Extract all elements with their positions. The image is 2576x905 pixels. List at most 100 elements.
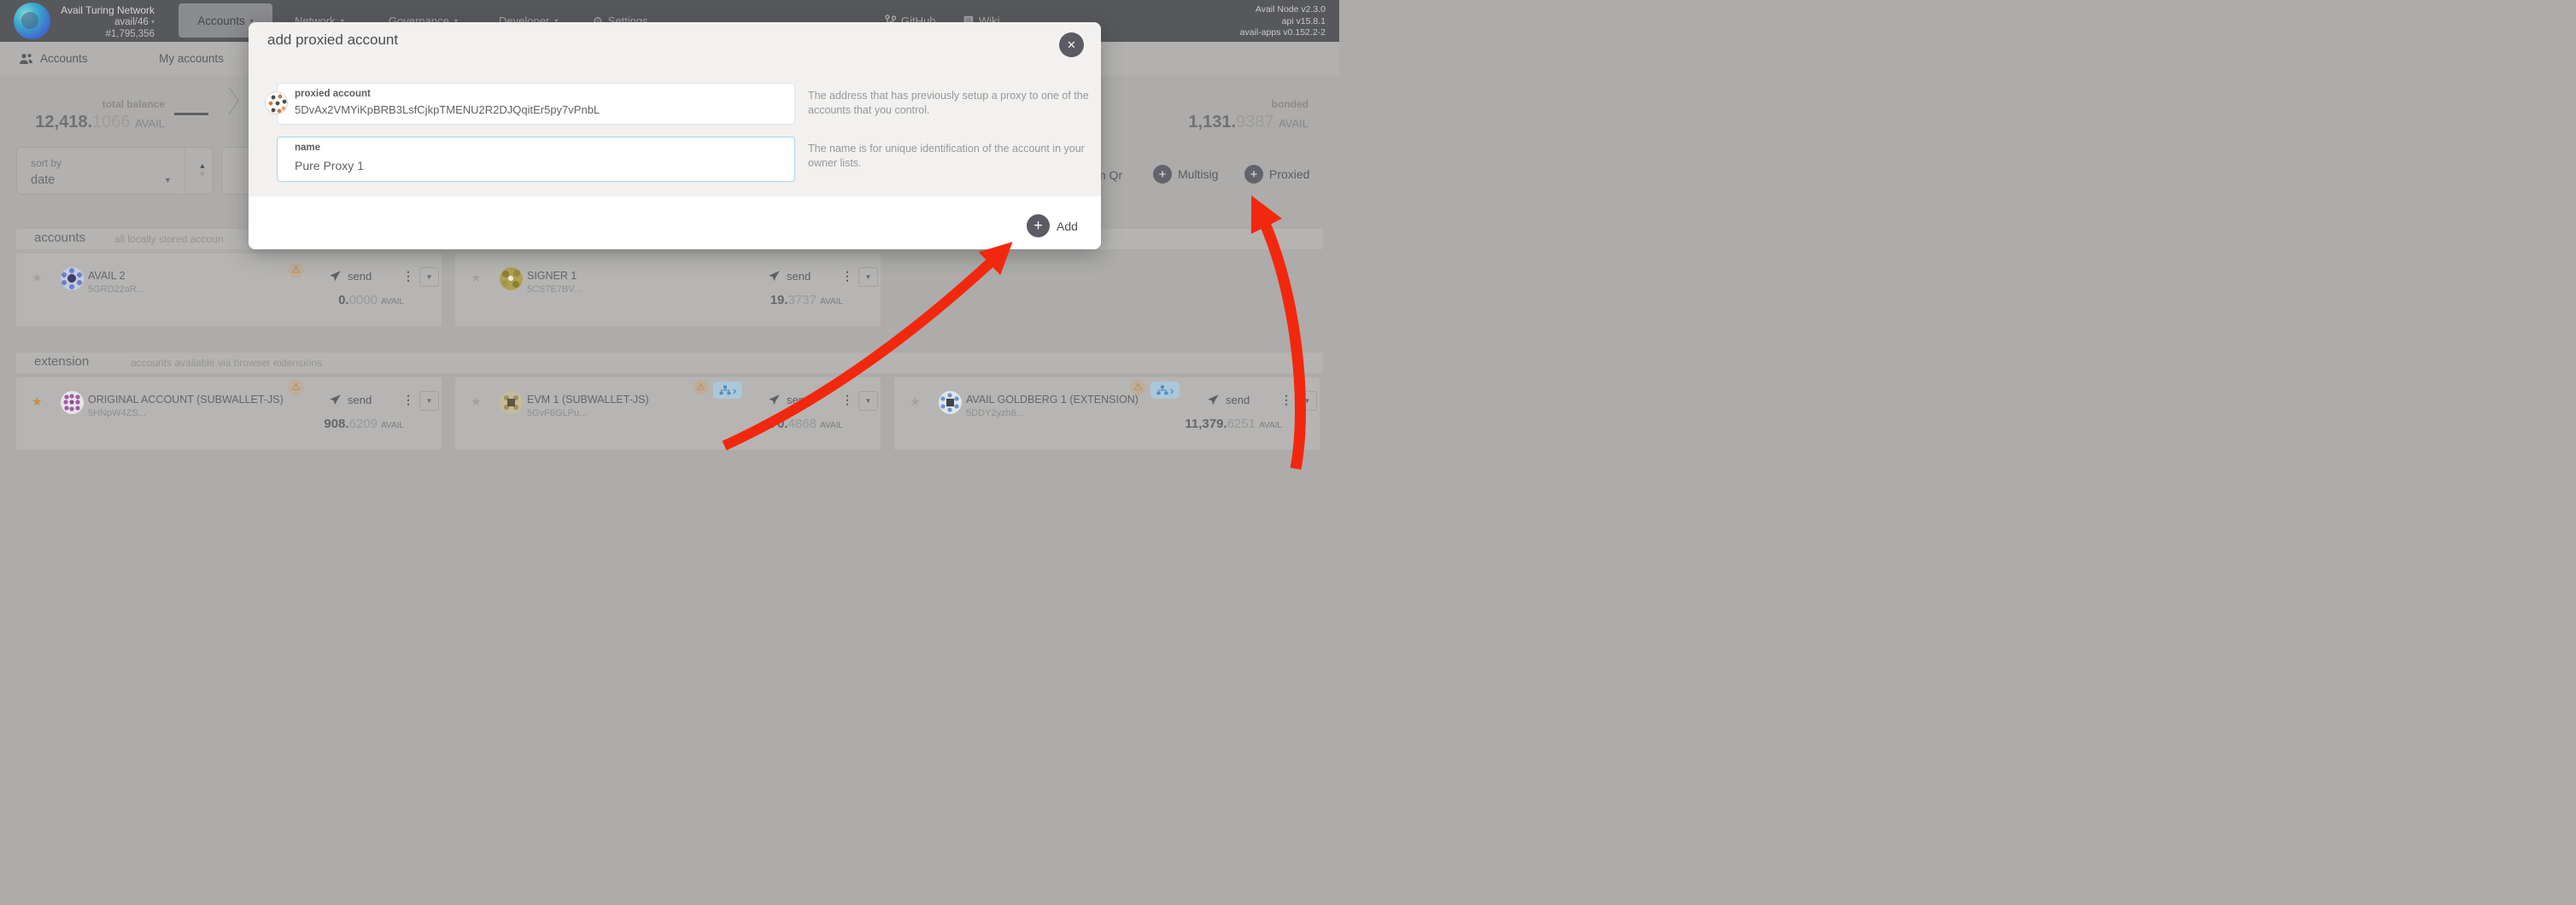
total-balance-value: 12,418.1066 AVAIL — [17, 113, 165, 132]
account-address[interactable]: 5CS7E7BV... — [527, 284, 582, 295]
bonded-summary: bonded 1,131.9387 AVAIL — [1121, 98, 1308, 132]
paper-plane-icon — [329, 270, 342, 283]
chevron-right-icon: › — [1170, 385, 1174, 396]
kebab-menu-icon[interactable]: ⋮ — [402, 393, 414, 407]
warning-triangle-icon[interactable]: ⚠ — [288, 379, 304, 395]
chevron-down-icon[interactable]: ▼ — [858, 267, 878, 287]
account-balance: 11,379.6251 AVAIL — [1185, 417, 1282, 431]
plus-icon: + — [1027, 214, 1050, 237]
chevron-down-icon[interactable]: ▼ — [1297, 391, 1317, 411]
send-label: send — [787, 394, 811, 406]
tab-my-accounts-label: My accounts — [159, 52, 224, 65]
accounts-section-title: accounts — [34, 231, 85, 245]
chevron-right-icon: › — [733, 385, 736, 396]
add-button[interactable]: + Add — [1027, 214, 1078, 237]
star-icon[interactable]: ★ — [32, 394, 43, 409]
sort-arrows-icon: ▼ — [192, 170, 213, 178]
add-proxied-account-modal: add proxied account ✕ proxied account 5D… — [249, 22, 1101, 249]
sort-by-dropdown[interactable]: sort by date ▼ ▲ ▼ — [16, 147, 214, 195]
plus-icon: + — [1153, 165, 1172, 184]
account-name: EVM 1 (SUBWALLET-JS) — [527, 394, 649, 406]
star-icon[interactable]: ★ — [910, 394, 921, 409]
add-button-label: Add — [1057, 219, 1078, 233]
send-button[interactable]: send — [768, 394, 811, 406]
extension-section-title: extension — [34, 354, 89, 369]
add-proxied-button[interactable]: + Proxied — [1244, 165, 1309, 184]
chevron-down-icon[interactable]: ▼ — [858, 391, 878, 411]
extension-section-header: extension accounts available via browser… — [16, 353, 1323, 373]
people-icon — [19, 53, 33, 65]
account-identicon[interactable] — [500, 391, 523, 414]
warning-triangle-icon[interactable]: ⚠ — [1130, 379, 1146, 395]
account-identicon[interactable] — [61, 267, 84, 290]
extension-section-subtitle: accounts available via browser extension… — [131, 357, 322, 369]
kebab-menu-icon[interactable]: ⋮ — [402, 269, 414, 283]
api-version: api v15.8.1 — [1240, 16, 1326, 28]
total-balance-label: total balance — [17, 98, 165, 110]
proxy-link-icon[interactable]: › — [713, 382, 742, 399]
tab-my-accounts[interactable]: My accounts — [159, 42, 224, 75]
account-identicon[interactable] — [939, 391, 962, 414]
account-balance: 19.3737 AVAIL — [770, 293, 843, 307]
multisig-label: Multisig — [1178, 167, 1218, 181]
send-button[interactable]: send — [329, 394, 372, 406]
account-address[interactable]: 5HNpW4ZS... — [88, 408, 146, 418]
chevron-down-icon[interactable]: ▼ — [419, 267, 439, 287]
proxied-account-field-label: proxied account — [295, 89, 371, 99]
sort-by-label: sort by — [31, 157, 61, 169]
name-field[interactable]: name Pure Proxy 1 — [277, 137, 795, 182]
avail-logo-icon[interactable] — [14, 3, 50, 39]
proxy-link-icon[interactable]: › — [1150, 382, 1180, 399]
send-label: send — [348, 270, 372, 283]
sitemap-icon — [719, 385, 731, 395]
bonded-label: bonded — [1121, 98, 1308, 110]
send-button[interactable]: send — [329, 270, 372, 283]
sitemap-icon — [1156, 385, 1168, 395]
send-button[interactable]: send — [1207, 394, 1250, 406]
account-identicon — [265, 91, 288, 114]
warning-triangle-icon[interactable]: ⚠ — [288, 262, 304, 278]
chevron-down-icon[interactable]: ▼ — [419, 391, 439, 411]
send-label: send — [787, 270, 811, 283]
account-balance: 0.0000 AVAIL — [338, 293, 404, 307]
plus-icon: + — [1244, 165, 1263, 184]
close-icon[interactable]: ✕ — [1059, 32, 1084, 57]
breadcrumb-accounts[interactable]: Accounts — [19, 42, 88, 75]
add-multisig-button[interactable]: + Multisig — [1153, 165, 1218, 184]
proxied-account-help-text: The address that has previously setup a … — [808, 89, 1098, 118]
star-icon[interactable]: ★ — [32, 271, 43, 285]
account-card-avail-goldberg-1: ★ AVAIL GOLDBERG 1 (EXTENSION) 5DDY2yzh8… — [894, 377, 1320, 450]
star-icon[interactable]: ★ — [471, 394, 482, 409]
network-info[interactable]: Avail Turing Network avail/46 ▾ #1,795,3… — [51, 4, 155, 40]
accounts-section-subtitle: all locally stored accoun — [114, 233, 223, 245]
account-balance: 908.6209 AVAIL — [324, 417, 404, 431]
warning-triangle-icon[interactable]: ⚠ — [693, 379, 709, 395]
account-identicon[interactable] — [500, 267, 523, 290]
kebab-menu-icon[interactable]: ⋮ — [841, 393, 853, 407]
proxied-account-field[interactable]: proxied account 5DvAx2VMYiKpBRB3LsfCjkpT… — [277, 83, 795, 125]
paper-plane-icon — [768, 270, 781, 283]
account-card-evm-1: ★ EVM 1 (SUBWALLET-JS) 5GvF6GLPu... ⚠ › … — [455, 377, 881, 450]
star-icon[interactable]: ★ — [471, 271, 482, 285]
paper-plane-icon — [768, 394, 781, 406]
breadcrumb-divider — [227, 86, 241, 115]
total-balance-summary: total balance 12,418.1066 AVAIL — [17, 98, 165, 132]
account-name: ORIGINAL ACCOUNT (SUBWALLET-JS) — [88, 394, 284, 406]
account-balance: 70.4868 AVAIL — [770, 417, 843, 431]
account-address[interactable]: 5DDY2yzh8... — [966, 408, 1024, 418]
kebab-menu-icon[interactable]: ⋮ — [841, 269, 853, 283]
active-tab-indicator — [174, 113, 208, 115]
sort-divider — [184, 148, 185, 194]
account-address[interactable]: 5GvF6GLPu... — [527, 408, 587, 418]
chain-spec: avail/46 ▾ — [51, 16, 155, 28]
sort-direction-toggle[interactable]: ▲ ▼ — [192, 161, 213, 178]
account-identicon[interactable] — [61, 391, 84, 414]
account-card-signer-1: ★ SIGNER 1 5CS7E7BV... send ⋮ ▼ 19.3737 … — [455, 254, 881, 326]
sort-by-value: date — [31, 173, 55, 187]
account-address[interactable]: 5GRD22aR... — [88, 284, 144, 295]
name-help-text: The name is for unique identification of… — [808, 142, 1098, 171]
kebab-menu-icon[interactable]: ⋮ — [1280, 393, 1292, 407]
send-button[interactable]: send — [768, 270, 811, 283]
modal-title: add proxied account — [267, 32, 398, 49]
proxied-label: Proxied — [1269, 167, 1309, 181]
